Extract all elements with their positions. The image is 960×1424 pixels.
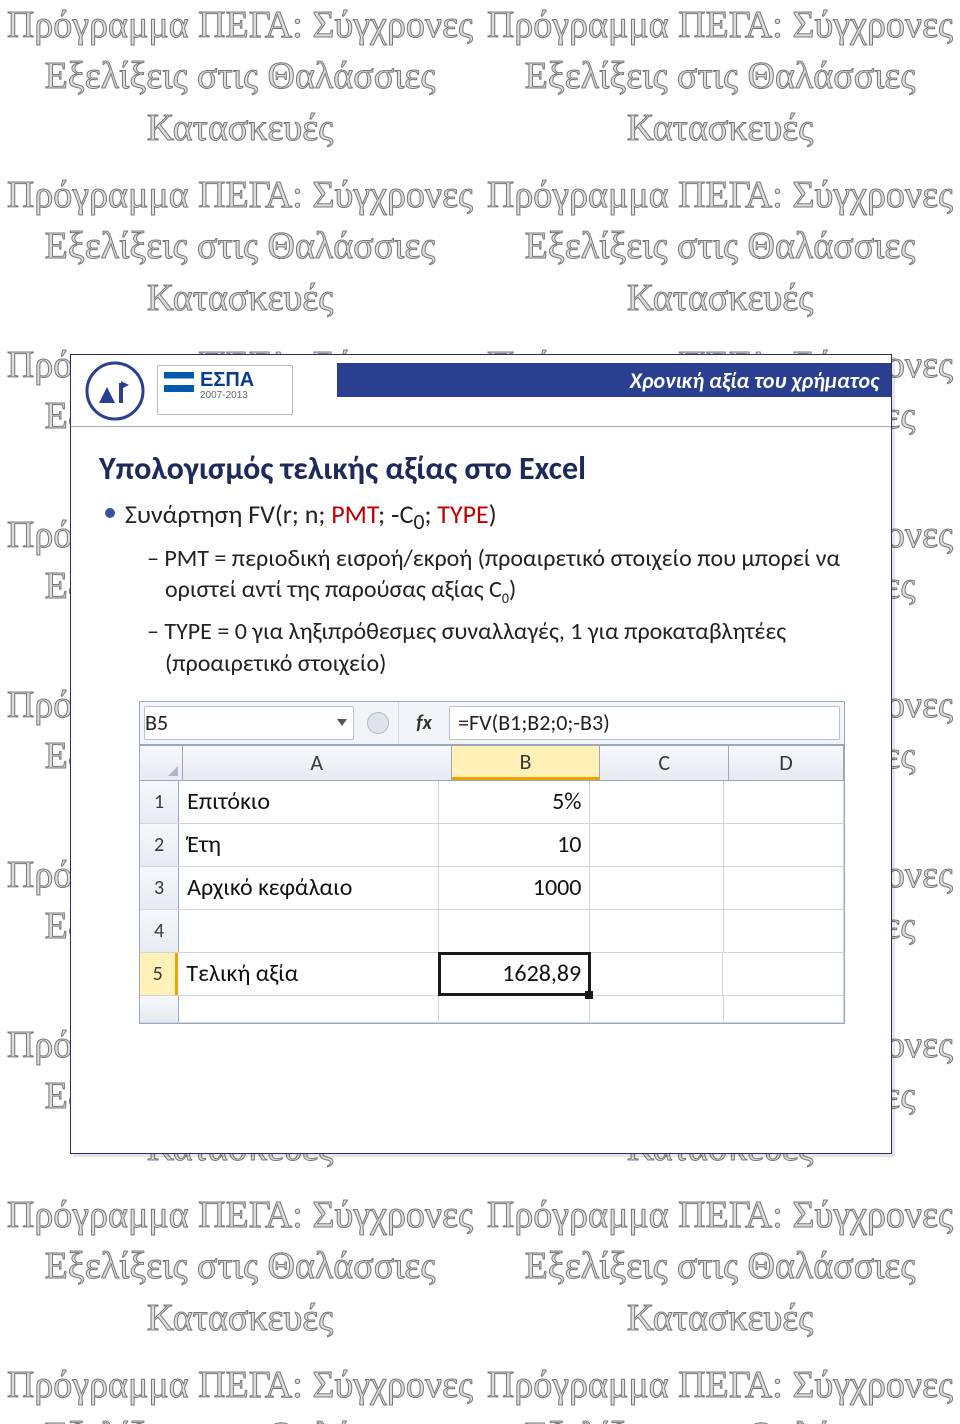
header-bar: Χρονική αξία του χρήματος <box>337 363 891 397</box>
cancel-circle-icon[interactable] <box>367 712 389 734</box>
select-all-corner[interactable] <box>140 746 183 780</box>
excel-row: 2 Έτη 10 <box>140 824 844 867</box>
cell-C5[interactable] <box>590 953 723 995</box>
formula-part: ; <box>424 498 437 530</box>
cell-A3[interactable]: Αρχικό κεφάλαιο <box>179 867 439 909</box>
watermark: Πρόγραμμα ΠΕΓΑ: Σύγχρονες Εξελίξεις στις… <box>480 1360 960 1424</box>
row-header[interactable]: 2 <box>140 824 179 866</box>
cell-D1[interactable] <box>724 781 844 823</box>
formula-part: ; ‑C <box>378 498 413 530</box>
cell-B4[interactable] <box>439 910 590 952</box>
row-header[interactable]: 5 <box>140 953 178 995</box>
col-header-D[interactable]: D <box>729 746 844 780</box>
slide-title: Υπολογισμός τελικής αξίας στο Excel <box>99 449 873 488</box>
cell-C3[interactable] <box>590 867 723 909</box>
header-divider <box>71 426 891 427</box>
sub-bullet-1: PMT = περιοδική εισροή/εκροή (προαιρετικ… <box>147 543 873 608</box>
row-header[interactable]: 3 <box>140 867 179 909</box>
watermark: Πρόγραμμα ΠΕΓΑ: Σύγχρονες Εξελίξεις στις… <box>0 1190 480 1344</box>
cell-B1[interactable]: 5% <box>439 781 590 823</box>
watermark: Πρόγραμμα ΠΕΓΑ: Σύγχρονες Εξελίξεις στις… <box>480 170 960 324</box>
slide-header: ΕΣΠΑ 2007-2013 Χρονική αξία του χρήματος <box>71 355 891 427</box>
formula-pmt: PMT <box>331 498 378 530</box>
formula-text: =FV(B1;B2;0;-B3) <box>458 709 610 736</box>
cell-A2[interactable]: Έτη <box>179 824 439 866</box>
watermark: Πρόγραμμα ΠΕΓΑ: Σύγχρονες Εξελίξεις στις… <box>0 170 480 324</box>
excel-column-headers: A B C D <box>140 746 844 781</box>
formula-part: ) <box>489 498 497 530</box>
excel-row-partial <box>140 996 844 1023</box>
excel-row: 5 Τελική αξία 1628,89 <box>140 953 844 996</box>
bullet-1-text: Συνάρτηση FV(r; n; PMT; ‑C0; TYPE) <box>125 498 497 535</box>
watermark: Πρόγραμμα ΠΕΓΑ: Σύγχρονες Εξελίξεις στις… <box>0 1360 480 1424</box>
sub1-post: ) <box>509 575 516 604</box>
name-box-value: B5 <box>145 709 168 736</box>
espa-brand: ΕΣΠΑ <box>200 369 254 392</box>
excel-row: 1 Επιτόκιο 5% <box>140 781 844 824</box>
cell-D4[interactable] <box>724 910 844 952</box>
page: Πρόγραμμα ΠΕΓΑ: Σύγχρονες Εξελίξεις στις… <box>0 0 960 1424</box>
excel-grid: A B C D 1 Επιτόκιο 5% 2 Έτη <box>140 745 844 1023</box>
espa-logo: ΕΣΠΑ 2007-2013 <box>157 365 293 415</box>
cell-B3[interactable]: 1000 <box>439 867 590 909</box>
slide-card: ΕΣΠΑ 2007-2013 Χρονική αξία του χρήματος… <box>70 354 892 1154</box>
cell-B2[interactable]: 10 <box>439 824 590 866</box>
sub1-sub: 0 <box>502 590 509 607</box>
col-header-C[interactable]: C <box>600 746 729 780</box>
cell-D3[interactable] <box>724 867 844 909</box>
excel-row: 3 Αρχικό κεφάλαιο 1000 <box>140 867 844 910</box>
excel-row: 4 <box>140 910 844 953</box>
formula-part: Συνάρτηση FV(r; n; <box>125 498 331 530</box>
cell-A4[interactable] <box>179 910 439 952</box>
row-header[interactable]: 1 <box>140 781 179 823</box>
excel-formula-bar: B5 fx =FV(B1;B2;0;-B3) <box>140 702 844 745</box>
formula-type: TYPE <box>437 498 488 530</box>
excel-fx-button-area <box>358 702 399 744</box>
cell-D2[interactable] <box>724 824 844 866</box>
cell-B6[interactable] <box>439 996 590 1022</box>
watermark: Πρόγραμμα ΠΕΓΑ: Σύγχρονες Εξελίξεις στις… <box>480 1190 960 1344</box>
program-logo-icon <box>79 359 151 423</box>
formula-sub0: 0 <box>413 508 424 535</box>
cell-C4[interactable] <box>590 910 723 952</box>
bullet-dot-icon <box>105 508 115 518</box>
row-header[interactable] <box>140 996 179 1022</box>
header-bar-text: Χρονική αξία του χρήματος <box>630 367 879 394</box>
greek-flag-icon <box>164 372 194 392</box>
cell-C6[interactable] <box>590 996 723 1022</box>
cell-A5[interactable]: Τελική αξία <box>178 953 438 995</box>
cell-D6[interactable] <box>724 996 844 1022</box>
col-header-B[interactable]: B <box>452 746 601 780</box>
cell-C1[interactable] <box>590 781 723 823</box>
excel-formula-input[interactable]: =FV(B1;B2;0;-B3) <box>449 706 840 740</box>
excel-screenshot: B5 fx =FV(B1;B2;0;-B3) A B <box>139 701 845 1024</box>
row-header[interactable]: 4 <box>140 910 179 952</box>
cell-A1[interactable]: Επιτόκιο <box>179 781 439 823</box>
slide-body: Υπολογισμός τελικής αξίας στο Excel Συνά… <box>71 427 891 1024</box>
cell-A6[interactable] <box>179 996 439 1022</box>
excel-name-box[interactable]: B5 <box>144 706 354 740</box>
col-header-A[interactable]: A <box>183 746 452 780</box>
cell-B5-selected[interactable]: 1628,89 <box>439 953 590 995</box>
watermark: Πρόγραμμα ΠΕΓΑ: Σύγχρονες Εξελίξεις στις… <box>480 0 960 154</box>
fx-label[interactable]: fx <box>399 702 449 744</box>
sub-bullet-2: TYPE = 0 για ληξιπρόθεσμες συναλλαγές, 1… <box>147 616 873 678</box>
dropdown-icon[interactable] <box>337 719 347 726</box>
bullet-1: Συνάρτηση FV(r; n; PMT; ‑C0; TYPE) <box>105 498 873 535</box>
watermark: Πρόγραμμα ΠΕΓΑ: Σύγχρονες Εξελίξεις στις… <box>0 0 480 154</box>
cell-D5[interactable] <box>723 953 844 995</box>
cell-C2[interactable] <box>590 824 723 866</box>
sub2-text: TYPE = 0 για ληξιπρόθεσμες συναλλαγές, 1… <box>164 617 786 677</box>
espa-years: 2007-2013 <box>200 390 248 401</box>
